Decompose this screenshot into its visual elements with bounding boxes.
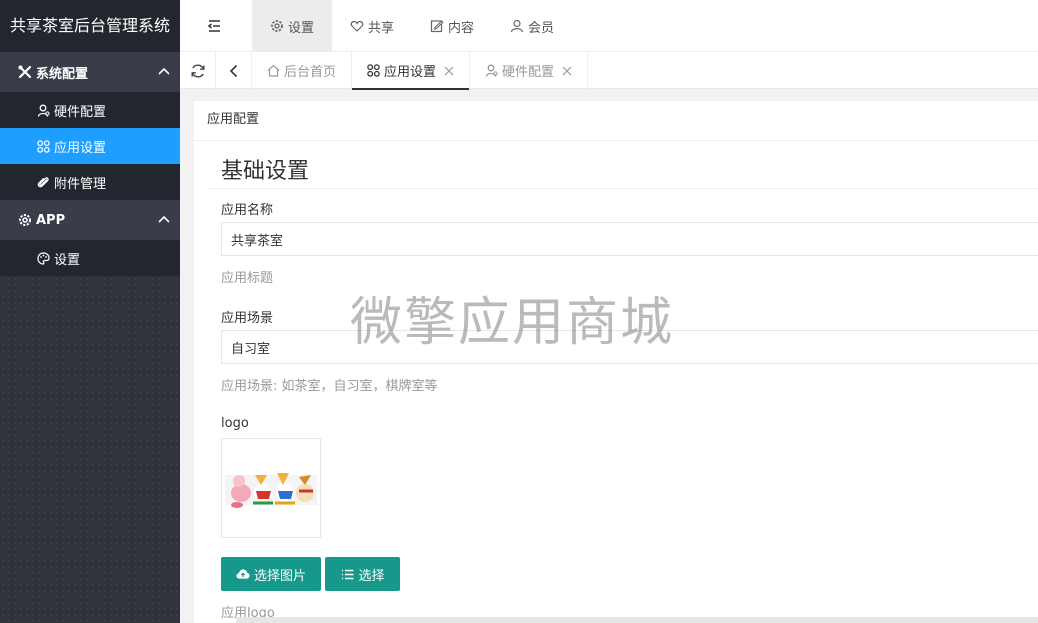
sidebar-submenu-system-config: 硬件配置 应用设置 附件管理 bbox=[0, 92, 180, 200]
tab-label: 应用设置 bbox=[384, 65, 437, 80]
sidebar: 共享茶室后台管理系统 系统配置 硬件配置 应用设置 附件管理 APP 设置 bbox=[0, 0, 180, 623]
top-nav: 设置 共享 内容 会员 bbox=[252, 0, 572, 52]
user-icon bbox=[485, 64, 498, 77]
app-scene-label: 应用场景 bbox=[221, 311, 274, 326]
app-config-card: 应用配置 基础设置 应用名称 应用标题 应用场景 应用场景: 如茶室，自习室，棋… bbox=[194, 101, 1038, 623]
logo-label: logo bbox=[221, 416, 249, 431]
chevron-left-icon bbox=[229, 64, 237, 77]
paperclip-icon bbox=[37, 176, 50, 189]
top-nav-share[interactable]: 共享 bbox=[332, 0, 412, 52]
user-icon bbox=[37, 104, 50, 117]
chevron-up-icon bbox=[158, 215, 170, 223]
list-icon bbox=[340, 567, 354, 581]
sidebar-group-system-config[interactable]: 系统配置 bbox=[0, 52, 180, 92]
apps-icon bbox=[367, 64, 380, 77]
sidebar-item-label: 设置 bbox=[54, 252, 81, 268]
top-nav-label: 会员 bbox=[528, 20, 555, 36]
top-nav-label: 设置 bbox=[288, 20, 315, 36]
top-header: 设置 共享 内容 会员 bbox=[180, 0, 1038, 52]
tab-label: 后台首页 bbox=[284, 65, 337, 80]
logo-preview[interactable] bbox=[221, 438, 321, 538]
choose-button-label: 选择 bbox=[358, 568, 385, 584]
logo-image bbox=[225, 473, 317, 508]
tab-bar: 后台首页 应用设置 硬件配置 bbox=[180, 52, 1038, 90]
home-icon bbox=[267, 64, 280, 77]
app-name-label: 应用名称 bbox=[221, 203, 274, 218]
gear-icon bbox=[18, 213, 32, 227]
close-icon[interactable] bbox=[444, 66, 454, 76]
top-nav-label: 内容 bbox=[448, 20, 475, 36]
sidebar-item-label: 应用设置 bbox=[54, 140, 107, 156]
horizontal-scrollbar[interactable] bbox=[236, 617, 1038, 623]
close-icon[interactable] bbox=[562, 66, 572, 76]
upload-image-button[interactable]: 选择图片 bbox=[221, 557, 321, 591]
chevron-up-icon bbox=[158, 67, 170, 75]
gear-icon bbox=[270, 19, 284, 33]
sidebar-item-label: 硬件配置 bbox=[54, 104, 107, 120]
tab-home[interactable]: 后台首页 bbox=[252, 52, 353, 89]
card-header: 应用配置 bbox=[194, 101, 1038, 141]
sidebar-group-app[interactable]: APP bbox=[0, 200, 180, 240]
app-scene-help: 应用场景: 如茶室，自习室，棋牌室等 bbox=[221, 379, 438, 394]
sidebar-submenu-app: 设置 bbox=[0, 240, 180, 276]
sidebar-group-label: 系统配置 bbox=[36, 66, 89, 82]
edit-icon bbox=[430, 19, 444, 33]
refresh-button[interactable] bbox=[180, 52, 216, 89]
tab-scroll-left-button[interactable] bbox=[216, 52, 252, 89]
top-nav-content[interactable]: 内容 bbox=[412, 0, 492, 52]
apps-icon bbox=[37, 139, 50, 153]
sidebar-item-settings[interactable]: 设置 bbox=[0, 240, 180, 276]
top-nav-label: 共享 bbox=[368, 20, 395, 36]
palette-icon bbox=[37, 251, 50, 265]
top-nav-members[interactable]: 会员 bbox=[492, 0, 572, 52]
user-icon bbox=[510, 19, 524, 33]
section-title: 基础设置 bbox=[221, 159, 310, 184]
refresh-icon bbox=[191, 63, 204, 78]
cloud-upload-icon bbox=[236, 567, 250, 581]
app-name-input[interactable] bbox=[221, 222, 1038, 256]
app-scene-input[interactable] bbox=[221, 330, 1038, 364]
tab-label: 硬件配置 bbox=[502, 65, 555, 80]
sidebar-item-hardware-config[interactable]: 硬件配置 bbox=[0, 92, 180, 128]
app-name-help: 应用标题 bbox=[221, 271, 274, 286]
sidebar-item-app-settings[interactable]: 应用设置 bbox=[0, 128, 180, 164]
menu-collapse-icon[interactable] bbox=[204, 16, 224, 36]
top-nav-settings[interactable]: 设置 bbox=[252, 0, 333, 52]
tools-icon bbox=[18, 65, 32, 79]
sidebar-item-label: 附件管理 bbox=[54, 176, 107, 192]
section-divider bbox=[208, 188, 1038, 189]
app-title: 共享茶室后台管理系统 bbox=[0, 0, 180, 52]
sidebar-group-label: APP bbox=[36, 212, 66, 228]
tab-app-settings[interactable]: 应用设置 bbox=[352, 52, 471, 90]
sidebar-item-attachments[interactable]: 附件管理 bbox=[0, 164, 180, 200]
heart-icon bbox=[350, 19, 364, 33]
upload-button-label: 选择图片 bbox=[253, 568, 306, 584]
tab-hardware-config[interactable]: 硬件配置 bbox=[470, 52, 589, 89]
choose-button[interactable]: 选择 bbox=[325, 557, 400, 591]
